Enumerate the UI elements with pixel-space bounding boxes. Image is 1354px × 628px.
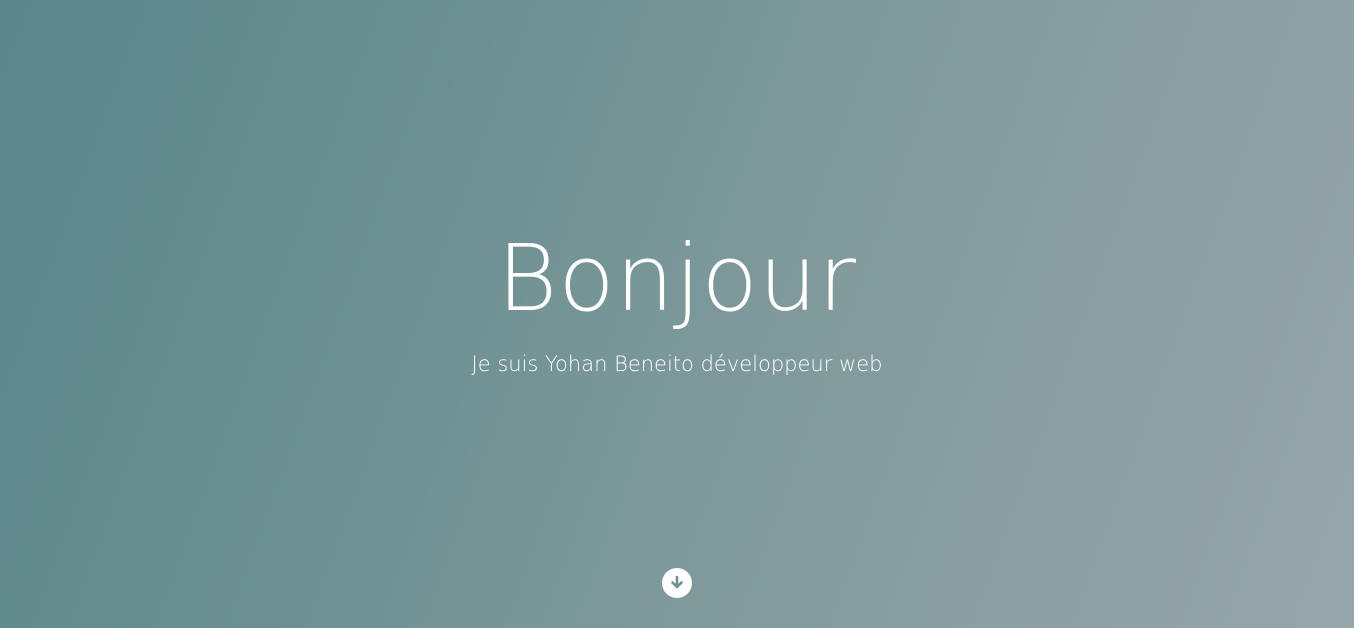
- arrow-down-circle-icon: [668, 574, 686, 592]
- hero-title: Bonjour: [497, 225, 857, 332]
- scroll-down-button[interactable]: [662, 568, 692, 598]
- hero-subtitle: Je suis Yohan Beneito développeur web: [471, 352, 883, 376]
- hero-section: Bonjour Je suis Yohan Beneito développeu…: [0, 0, 1354, 628]
